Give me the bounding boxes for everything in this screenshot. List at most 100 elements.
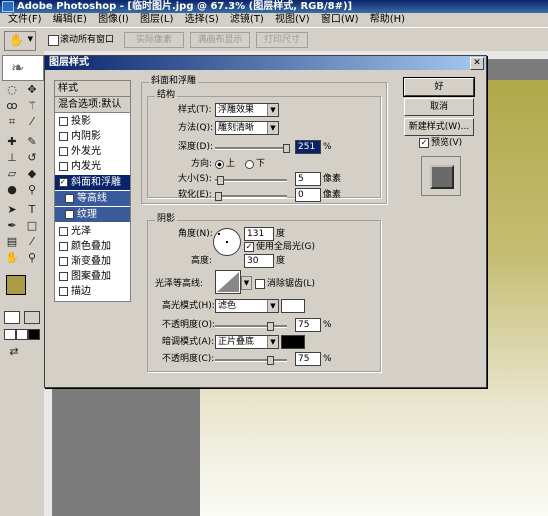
notes-icon[interactable]: ▤	[4, 235, 20, 249]
anti-aliased-checkbox[interactable]	[255, 279, 265, 289]
brush-icon[interactable]: ✎	[24, 135, 40, 149]
direction-down-radio[interactable]	[245, 160, 254, 169]
scroll-all-checkbox[interactable]	[48, 35, 59, 46]
path-select-icon[interactable]: ➤	[4, 203, 20, 217]
highlight-color-swatch[interactable]	[281, 299, 305, 313]
crop-icon[interactable]: ⌗	[4, 115, 20, 129]
size-input[interactable]: 5	[295, 172, 321, 186]
inner-glow-checkbox[interactable]	[59, 161, 68, 171]
dodge-icon[interactable]: ⚲	[24, 183, 40, 197]
fit-on-screen-button[interactable]: 满画布显示	[190, 32, 250, 48]
list-item-gradient-overlay[interactable]: 渐变叠加	[55, 254, 130, 269]
hand-tool-preset[interactable]: ✋ ▼	[4, 31, 36, 51]
menu-view[interactable]: 视图(V)	[275, 13, 310, 27]
chevron-down-icon[interactable]: ▼	[241, 276, 252, 290]
soften-slider[interactable]	[215, 195, 287, 198]
shadow-opacity-thumb[interactable]	[267, 356, 274, 365]
hand-tool-icon[interactable]: ✋	[4, 251, 20, 265]
menu-filter[interactable]: 滤镜(T)	[230, 13, 264, 27]
preview-checkbox[interactable]: ✓	[419, 138, 429, 148]
screen-mode-standard-button[interactable]	[4, 329, 16, 340]
list-item-outer-glow[interactable]: 外发光	[55, 144, 130, 159]
ok-button[interactable]: 好	[403, 77, 475, 97]
color-overlay-checkbox[interactable]	[59, 241, 68, 251]
altitude-input[interactable]: 30	[244, 254, 274, 268]
zoom-icon[interactable]: ⚲	[24, 251, 40, 265]
list-item-texture[interactable]: 纹理	[55, 207, 130, 222]
highlight-mode-dropdown[interactable]: 滤色 ▼	[215, 299, 279, 313]
menu-select[interactable]: 选择(S)	[185, 13, 219, 27]
drop-shadow-checkbox[interactable]	[59, 116, 68, 126]
highlight-opacity-thumb[interactable]	[267, 322, 274, 331]
paint-bucket-icon[interactable]: ◆	[24, 167, 40, 181]
menu-help[interactable]: 帮助(H)	[370, 13, 405, 27]
eyedropper-icon[interactable]: ⁄	[24, 235, 40, 249]
shadow-color-swatch[interactable]	[281, 335, 305, 349]
shadow-opacity-slider[interactable]	[215, 359, 287, 362]
screen-mode-full-button[interactable]	[28, 329, 40, 340]
list-item-contour[interactable]: 等高线	[55, 191, 130, 206]
menu-window[interactable]: 窗口(W)	[321, 13, 359, 27]
styles-header[interactable]: 样式	[55, 81, 130, 97]
magic-wand-icon[interactable]: ⚚	[24, 99, 40, 113]
satin-checkbox[interactable]	[59, 226, 68, 236]
soften-slider-thumb[interactable]	[215, 192, 222, 201]
actual-pixels-button[interactable]: 实际像素	[124, 32, 184, 48]
list-item-pattern-overlay[interactable]: 图案叠加	[55, 269, 130, 284]
list-item-satin[interactable]: 光泽	[55, 224, 130, 239]
foreground-color-swatch[interactable]	[6, 275, 26, 295]
depth-slider[interactable]	[215, 147, 287, 150]
depth-input[interactable]: 251	[295, 140, 321, 154]
type-icon[interactable]: T	[24, 203, 40, 217]
move-icon[interactable]: ✥	[24, 83, 40, 97]
angle-dial[interactable]	[213, 228, 241, 256]
pen-icon[interactable]: ✒	[4, 219, 20, 233]
highlight-opacity-input[interactable]: 75	[295, 318, 321, 332]
gradient-overlay-checkbox[interactable]	[59, 256, 68, 266]
shadow-opacity-input[interactable]: 75	[295, 352, 321, 366]
size-slider-thumb[interactable]	[217, 176, 224, 185]
healing-brush-icon[interactable]: ✚	[4, 135, 20, 149]
jump-to-imageready-icon[interactable]: ⇄	[6, 345, 22, 359]
shadow-mode-dropdown[interactable]: 正片叠底 ▼	[215, 335, 279, 349]
standard-mode-button[interactable]	[4, 311, 20, 324]
inner-shadow-checkbox[interactable]	[59, 131, 68, 141]
close-icon[interactable]: ✕	[470, 57, 484, 70]
bevel-emboss-checkbox[interactable]: ✓	[59, 177, 68, 187]
shape-icon[interactable]: □	[24, 219, 40, 233]
texture-checkbox[interactable]	[65, 209, 74, 219]
screen-mode-full-menu-button[interactable]	[16, 329, 28, 340]
menu-layer[interactable]: 图层(L)	[140, 13, 173, 27]
gloss-contour-preview[interactable]	[215, 270, 241, 294]
list-item-stroke[interactable]: 描边	[55, 284, 130, 299]
list-item-bevel-emboss[interactable]: ✓ 斜面和浮雕	[55, 175, 130, 190]
outer-glow-checkbox[interactable]	[59, 146, 68, 156]
new-style-button[interactable]: 新建样式(W)...	[404, 118, 474, 136]
cancel-button[interactable]: 取消	[404, 98, 474, 116]
soften-input[interactable]: 0	[295, 188, 321, 202]
list-item-inner-glow[interactable]: 内发光	[55, 159, 130, 174]
list-item-color-overlay[interactable]: 颜色叠加	[55, 239, 130, 254]
list-item-drop-shadow[interactable]: 投影	[55, 114, 130, 129]
depth-slider-thumb[interactable]	[283, 144, 290, 153]
blending-options-item[interactable]: 混合选项:默认	[55, 97, 130, 113]
stroke-checkbox[interactable]	[59, 286, 68, 296]
global-light-checkbox[interactable]: ✓	[244, 242, 254, 252]
blur-icon[interactable]: ●	[4, 183, 20, 197]
eraser-icon[interactable]: ▱	[4, 167, 20, 181]
menu-image[interactable]: 图像(I)	[98, 13, 129, 27]
clone-stamp-icon[interactable]: ⊥	[4, 151, 20, 165]
print-size-button[interactable]: 打印尺寸	[256, 32, 308, 48]
lasso-icon[interactable]: ꝏ	[4, 99, 20, 113]
highlight-opacity-slider[interactable]	[215, 325, 287, 328]
menu-file[interactable]: 文件(F)	[8, 13, 42, 27]
bevel-style-dropdown[interactable]: 浮雕效果 ▼	[215, 103, 279, 117]
pattern-overlay-checkbox[interactable]	[59, 271, 68, 281]
menu-edit[interactable]: 编辑(E)	[53, 13, 87, 27]
quick-mask-button[interactable]	[24, 311, 40, 324]
history-brush-icon[interactable]: ↺	[24, 151, 40, 165]
list-item-inner-shadow[interactable]: 内阴影	[55, 129, 130, 144]
slice-icon[interactable]: ⁄	[24, 115, 40, 129]
direction-up-radio[interactable]	[215, 160, 224, 169]
technique-dropdown[interactable]: 雕刻清晰 ▼	[215, 121, 279, 135]
